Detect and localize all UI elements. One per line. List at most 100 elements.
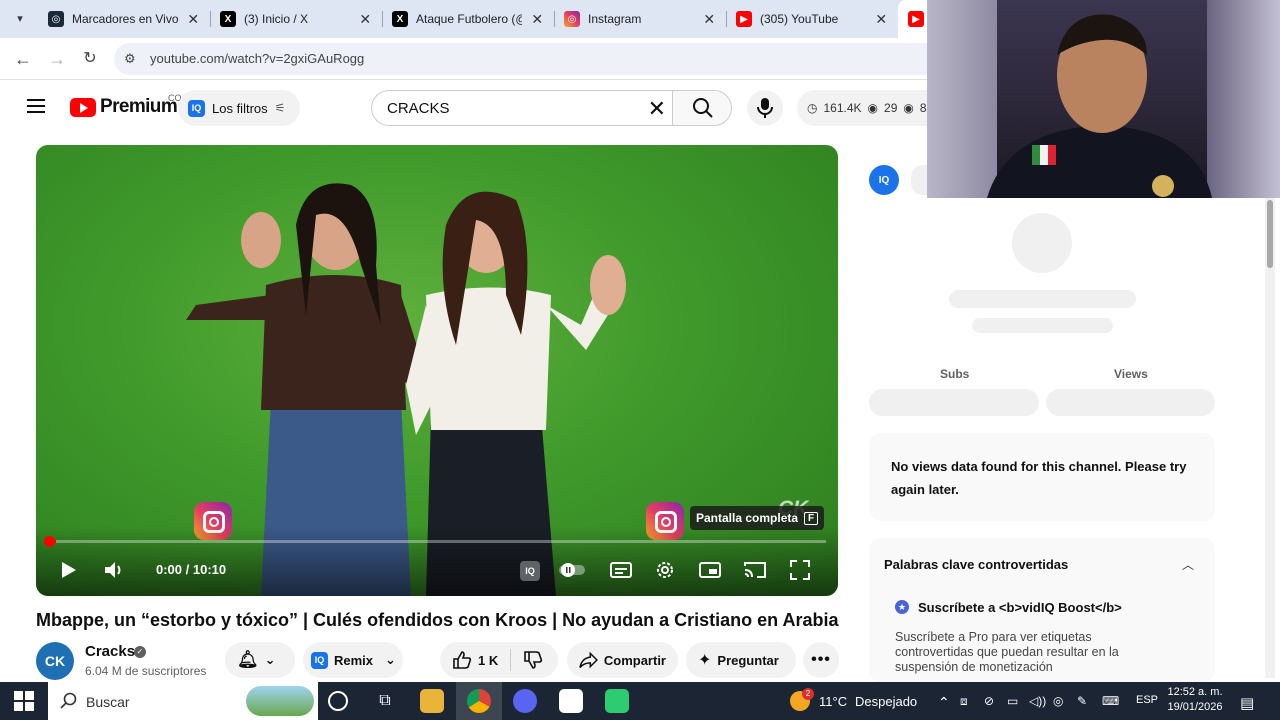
pen-icon[interactable]: ✎: [1077, 694, 1087, 708]
discord-icon[interactable]: [513, 689, 537, 713]
search-highlight-image: [246, 686, 314, 716]
play-icon[interactable]: [56, 558, 80, 582]
tab-title: Instagram: [588, 12, 642, 26]
remix-button[interactable]: IQ Remix ⌄: [303, 642, 403, 678]
youtube-icon: ▶: [908, 11, 924, 27]
extra-count: 8: [919, 101, 927, 115]
eye-icon: ◉: [903, 101, 914, 115]
channel-avatar[interactable]: CK: [36, 642, 74, 680]
reload-icon[interactable]: ↻: [78, 48, 102, 70]
close-tab-icon[interactable]: ✕: [702, 11, 716, 28]
chevron-up-icon[interactable]: ︿: [1182, 556, 1194, 573]
chrome-icon[interactable]: [467, 689, 491, 713]
tab-title: Marcadores en Vivo: [72, 12, 179, 26]
microphone-icon: [757, 98, 773, 118]
youtube-premium-logo[interactable]: Premium: [100, 96, 178, 118]
weather-condition[interactable]: Despejado: [855, 694, 917, 709]
verified-check-icon: ✓: [134, 646, 146, 658]
clock-icon: ◷: [807, 101, 818, 115]
skeleton-subs-value: [869, 389, 1039, 416]
vidiq-player-icon[interactable]: IQ: [520, 561, 540, 581]
menu-icon[interactable]: [27, 99, 45, 113]
volume-icon[interactable]: [102, 558, 126, 582]
thumbs-down-icon[interactable]: [523, 650, 543, 670]
close-tab-icon[interactable]: ✕: [358, 11, 372, 28]
settings-gear-icon[interactable]: [653, 558, 677, 582]
subscribed-bell-button[interactable]: 🔔︎ ⌄: [225, 642, 295, 678]
share-icon: [579, 651, 598, 669]
temperature[interactable]: 11°C: [819, 694, 847, 709]
video-player[interactable]: CK Pantalla completa F 0:00 / 10:10 IQ: [36, 145, 838, 596]
search-button[interactable]: [672, 90, 732, 126]
cortana-icon[interactable]: [328, 691, 348, 711]
miniplayer-icon[interactable]: [698, 558, 722, 582]
obs-app-icon[interactable]: [605, 689, 629, 713]
youtube-icon: ▶: [736, 11, 752, 27]
file-explorer-icon[interactable]: [420, 689, 444, 713]
clock[interactable]: 12:52 a. m. 19/01/2026: [1162, 685, 1228, 715]
subscriber-count: 6.04 M de suscriptores: [85, 664, 207, 678]
browser-tab[interactable]: X Ataque Futbolero (@ ✕: [382, 0, 554, 38]
ask-button[interactable]: ✦ Preguntar: [686, 642, 796, 678]
remix-label: Remix: [334, 652, 374, 668]
tray-app-icon[interactable]: ⧈: [960, 694, 968, 709]
vidiq-panel-icon[interactable]: IQ: [869, 165, 899, 195]
tray-mute-icon[interactable]: ⊘: [984, 694, 994, 708]
views-label: Views: [1114, 367, 1148, 381]
subscribe-boost-link[interactable]: Suscríbete a <b>vidIQ Boost</b>: [918, 600, 1122, 615]
skeleton-line: [972, 318, 1113, 333]
search-placeholder: Buscar: [86, 694, 130, 710]
tray-chevron-up-icon[interactable]: ⌃: [938, 694, 950, 711]
channel-name[interactable]: Cracks: [85, 643, 135, 660]
browser-tab[interactable]: ▶ (305) YouTube ✕: [726, 0, 898, 38]
youtube-logo-icon[interactable]: [70, 98, 96, 117]
browser-tab[interactable]: X (3) Inicio / X ✕: [210, 0, 382, 38]
search-input[interactable]: CRACKS ✕: [371, 90, 672, 126]
close-tab-icon[interactable]: ✕: [874, 11, 888, 28]
notifications-icon[interactable]: ▤: [1240, 694, 1254, 712]
speaker-icon[interactable]: ◁)): [1029, 694, 1046, 708]
chevron-down-icon: ⌄: [264, 652, 276, 667]
input-language[interactable]: ESP: [1136, 694, 1158, 706]
subtitles-icon[interactable]: [609, 558, 633, 582]
tooltip-text: Pantalla completa: [696, 511, 799, 525]
scrollbar-thumb[interactable]: [1267, 200, 1273, 268]
progress-bar[interactable]: [44, 536, 826, 547]
windows-start-icon[interactable]: [14, 691, 34, 711]
autoplay-toggle-icon[interactable]: [558, 558, 586, 582]
video-title: Mbappe, un “estorbo y tóxico” | Culés of…: [36, 610, 839, 630]
keyboard-icon[interactable]: ⌨: [1102, 694, 1119, 708]
task-view-icon[interactable]: ⧉: [373, 689, 397, 713]
voice-search-button[interactable]: [747, 90, 783, 126]
x-icon: X: [392, 11, 408, 27]
tab-search-chevron-icon[interactable]: ▾: [8, 8, 32, 30]
more-actions-button[interactable]: •••: [803, 642, 839, 678]
scrubber-handle[interactable]: [44, 536, 55, 547]
close-tab-icon[interactable]: ✕: [530, 11, 544, 28]
location-icon[interactable]: ◎: [1053, 694, 1063, 708]
thumbs-up-icon[interactable]: [452, 650, 472, 670]
share-button[interactable]: Compartir: [567, 642, 678, 678]
chevron-down-icon: ⌄: [385, 652, 396, 667]
no-data-message: No views data found for this channel. Pl…: [891, 459, 1187, 497]
browser-tab[interactable]: ◎ Marcadores en Vivo ✕: [38, 0, 210, 38]
capcut-icon[interactable]: [559, 689, 583, 713]
tab-title: (3) Inicio / X: [244, 12, 309, 26]
ask-label: Preguntar: [717, 652, 779, 668]
fullscreen-icon[interactable]: [788, 558, 812, 582]
taskbar-search-input[interactable]: Buscar: [48, 682, 318, 720]
clear-search-icon[interactable]: ✕: [648, 96, 666, 122]
forward-icon[interactable]: →: [45, 48, 69, 70]
keywords-heading[interactable]: Palabras clave controvertidas: [884, 557, 1068, 572]
close-tab-icon[interactable]: ✕: [186, 11, 200, 28]
eye-icon: ◉: [867, 101, 879, 115]
time-display: 0:00 / 10:10: [156, 562, 227, 577]
bell-icon: 🔔︎: [237, 650, 259, 669]
back-icon[interactable]: ←: [11, 48, 35, 70]
filters-button[interactable]: IQ Los filtros ⚟: [178, 90, 300, 126]
page-scrollbar[interactable]: [1265, 198, 1275, 678]
site-settings-icon[interactable]: ⚙: [124, 51, 140, 67]
browser-tab[interactable]: ◎ Instagram ✕: [554, 0, 726, 38]
cast-icon[interactable]: [743, 558, 767, 582]
network-icon[interactable]: ▭: [1007, 694, 1018, 708]
